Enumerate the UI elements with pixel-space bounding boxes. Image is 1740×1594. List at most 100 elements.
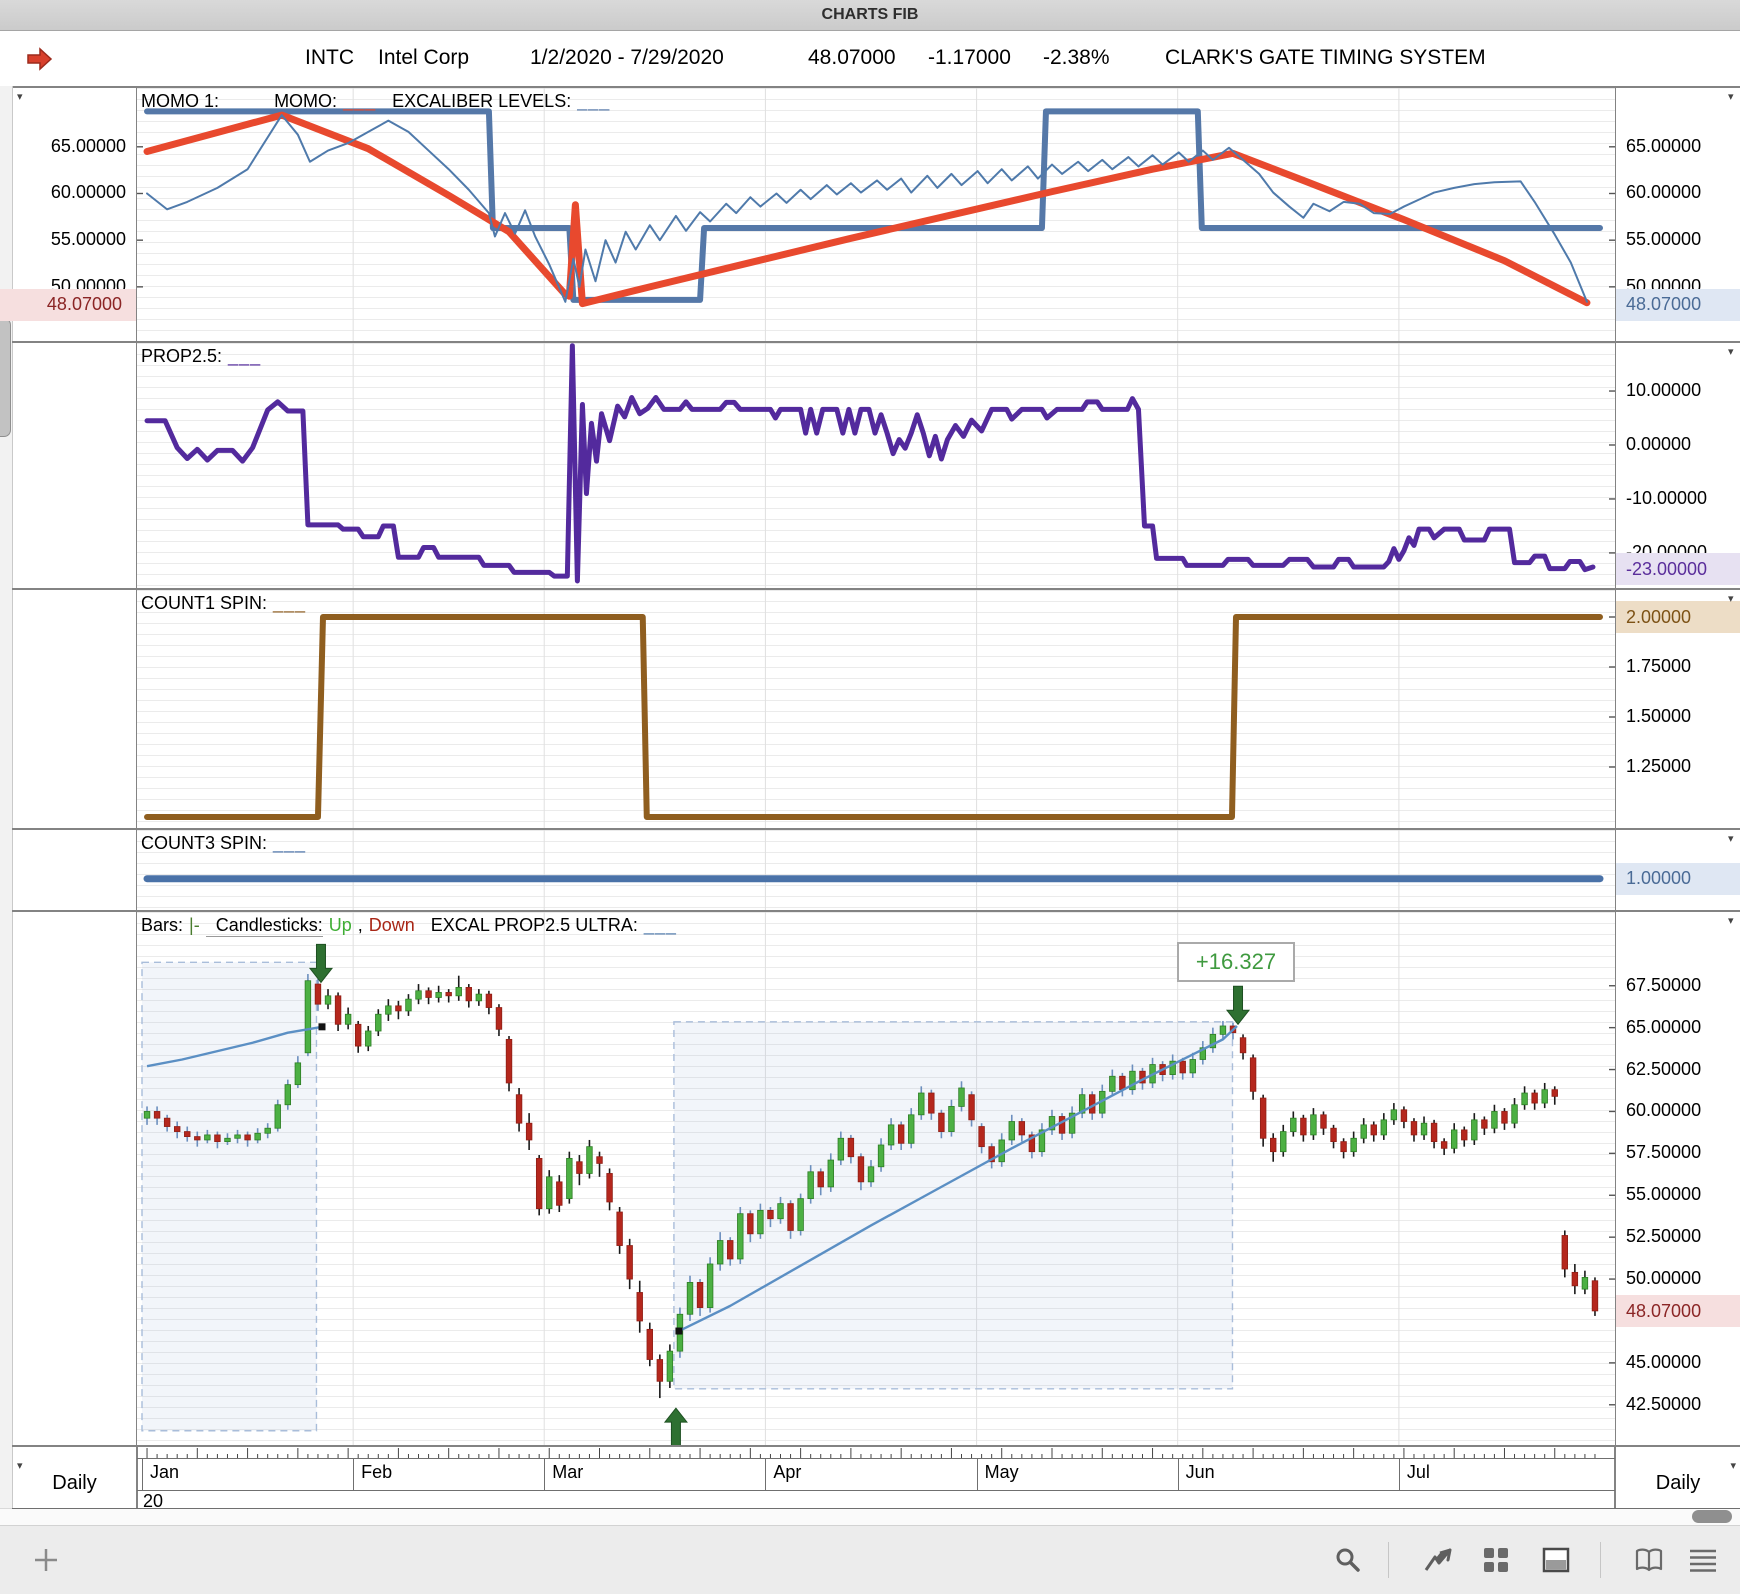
value-badge-momo: 48.07000 bbox=[1616, 288, 1740, 321]
legend-item: MOMO: bbox=[264, 91, 338, 111]
month-label: Feb bbox=[361, 1462, 393, 1482]
axis-tick-label: 57.50000 bbox=[1626, 1142, 1702, 1163]
axis-tick-label: 0.00000 bbox=[1626, 433, 1692, 454]
list-icon[interactable] bbox=[1688, 1546, 1716, 1574]
legend-item: ___ bbox=[273, 833, 307, 853]
drawer-handle[interactable] bbox=[0, 318, 11, 437]
horizontal-scrollbar-thumb[interactable] bbox=[1692, 1510, 1732, 1523]
window-title-bar: CHARTS FIB bbox=[0, 0, 1740, 31]
chevron-down-icon[interactable]: ▾ bbox=[1728, 594, 1734, 605]
chevron-down-icon[interactable]: ▾ bbox=[1728, 916, 1734, 927]
grid-view-icon[interactable] bbox=[1482, 1546, 1510, 1574]
legend-item: ___ bbox=[225, 91, 259, 111]
chevron-down-icon[interactable]: ▾ bbox=[1728, 92, 1734, 103]
price-change: -1.17000 bbox=[928, 46, 1011, 69]
axis-tick-label: 52.50000 bbox=[1626, 1226, 1702, 1247]
axis-tick-label: 45.00000 bbox=[1626, 1351, 1702, 1372]
legend-item: Candlesticks: bbox=[205, 915, 323, 937]
toolbar-divider bbox=[1600, 1542, 1601, 1578]
legend-price: Bars: |- Candlesticks: Up, Down EXCAL PROP2… bbox=[141, 915, 677, 937]
axis-tick-label: 10.00000 bbox=[1626, 380, 1702, 401]
book-icon[interactable] bbox=[1634, 1546, 1663, 1574]
search-icon[interactable] bbox=[1334, 1546, 1362, 1574]
month-separator bbox=[765, 1458, 767, 1490]
x-axis-tick-strip bbox=[137, 1445, 1615, 1458]
value-badge-count1: 2.00000 bbox=[1616, 601, 1740, 633]
bottom-toolbar bbox=[0, 1525, 1740, 1594]
timeframe-selector-right[interactable]: ▾ Daily bbox=[1616, 1458, 1740, 1508]
panel-count3[interactable] bbox=[137, 830, 1615, 910]
legend-item: ___ bbox=[577, 91, 611, 111]
panel-momo[interactable] bbox=[137, 88, 1615, 341]
month-separator bbox=[544, 1458, 546, 1490]
value-badge-momo: 48.07000 bbox=[0, 288, 136, 321]
quote-header: INTC Intel Corp 1/2/2020 - 7/29/2020 48.… bbox=[0, 31, 1740, 86]
window-title: CHARTS FIB bbox=[821, 6, 919, 23]
panel-price[interactable] bbox=[137, 912, 1615, 1445]
chevron-down-icon[interactable]: ▾ bbox=[17, 92, 23, 103]
axis-tick-label: 65.00000 bbox=[50, 135, 126, 156]
axis-tick-label: 1.50000 bbox=[1626, 706, 1692, 726]
panel-layout-icon[interactable] bbox=[1542, 1546, 1570, 1574]
timeframe-label: Daily bbox=[1655, 1471, 1701, 1494]
legend-item: MOMO 1: bbox=[141, 91, 220, 111]
month-separator bbox=[142, 1458, 143, 1490]
legend-momo: MOMO 1: ___ MOMO: ___ EXCALIBER LEVELS: ___ bbox=[141, 91, 610, 112]
axis-tick-label: 67.50000 bbox=[1626, 974, 1702, 995]
month-row-top-border bbox=[137, 1458, 1615, 1459]
axis-tick-label: 55.00000 bbox=[1626, 1184, 1702, 1205]
month-label: May bbox=[984, 1462, 1019, 1482]
legend-item: ___ bbox=[273, 593, 307, 613]
axis-tick-label: 50.00000 bbox=[1626, 1268, 1702, 1289]
axis-tick-label: 60.00000 bbox=[1626, 182, 1702, 203]
axis-tick-label: 60.00000 bbox=[1626, 1100, 1702, 1121]
red-arrow-icon[interactable] bbox=[24, 44, 54, 79]
panel-count1[interactable] bbox=[137, 590, 1615, 828]
legend-item: |- bbox=[189, 915, 200, 935]
timeframe-label: Daily bbox=[52, 1471, 97, 1494]
chevron-down-icon[interactable]: ▾ bbox=[1730, 1461, 1736, 1472]
legend-item: EXCALIBER LEVELS: bbox=[382, 91, 572, 111]
legend-item: PROP2.5: bbox=[141, 346, 223, 366]
legend-item: Down bbox=[368, 915, 415, 935]
legend-item: Bars: bbox=[141, 915, 184, 935]
value-badge-count3: 1.00000 bbox=[1616, 862, 1740, 895]
month-separator bbox=[1398, 1458, 1400, 1490]
month-separator bbox=[976, 1458, 978, 1490]
axis-tick-label: 65.00000 bbox=[1626, 1016, 1702, 1037]
value-badge-prop25: -23.00000 bbox=[1616, 553, 1740, 586]
legend-item: Up bbox=[328, 915, 352, 935]
month-label: Mar bbox=[552, 1462, 584, 1482]
axis-tick-label: 1.25000 bbox=[1626, 756, 1692, 776]
toolbar-divider bbox=[1388, 1542, 1389, 1578]
legend-item: , bbox=[357, 915, 363, 935]
add-button[interactable] bbox=[32, 1546, 60, 1574]
legend-item: COUNT1 SPIN: bbox=[141, 593, 268, 613]
chevron-down-icon[interactable]: ▾ bbox=[1728, 834, 1734, 845]
legend-item: ___ bbox=[643, 915, 677, 935]
percent-change: -2.38% bbox=[1043, 46, 1110, 69]
last-price: 48.07000 bbox=[808, 46, 896, 69]
legend-prop25: PROP2.5: ___ bbox=[141, 346, 261, 367]
axis-tick-label: 1.75000 bbox=[1626, 656, 1692, 676]
month-label: Jun bbox=[1185, 1462, 1215, 1482]
date-range: 1/2/2020 - 7/29/2020 bbox=[530, 46, 724, 69]
month-row-bottom-border bbox=[137, 1490, 1615, 1491]
company-name: Intel Corp bbox=[378, 46, 470, 69]
month-separator bbox=[353, 1458, 355, 1490]
month-label: Jan bbox=[150, 1462, 180, 1482]
timeframe-selector-left[interactable]: ▾ Daily bbox=[13, 1458, 136, 1508]
axis-tick-label: 55.00000 bbox=[50, 229, 126, 250]
axis-bottom-border bbox=[12, 1508, 1740, 1509]
legend-count1: COUNT1 SPIN: ___ bbox=[141, 593, 306, 614]
panel-prop25[interactable] bbox=[137, 343, 1615, 588]
chevron-down-icon[interactable]: ▾ bbox=[1728, 347, 1734, 358]
axis-tick-label: 62.50000 bbox=[1626, 1058, 1702, 1079]
axis-tick-label: 42.50000 bbox=[1626, 1393, 1702, 1414]
axis-tick-label: -10.00000 bbox=[1626, 487, 1708, 508]
horizontal-scrollbar-track[interactable] bbox=[0, 1508, 1740, 1526]
line-chart-icon[interactable] bbox=[1424, 1546, 1452, 1574]
legend-count3: COUNT3 SPIN: ___ bbox=[141, 833, 306, 854]
chevron-down-icon[interactable]: ▾ bbox=[17, 1461, 23, 1472]
legend-item: ___ bbox=[343, 91, 377, 111]
